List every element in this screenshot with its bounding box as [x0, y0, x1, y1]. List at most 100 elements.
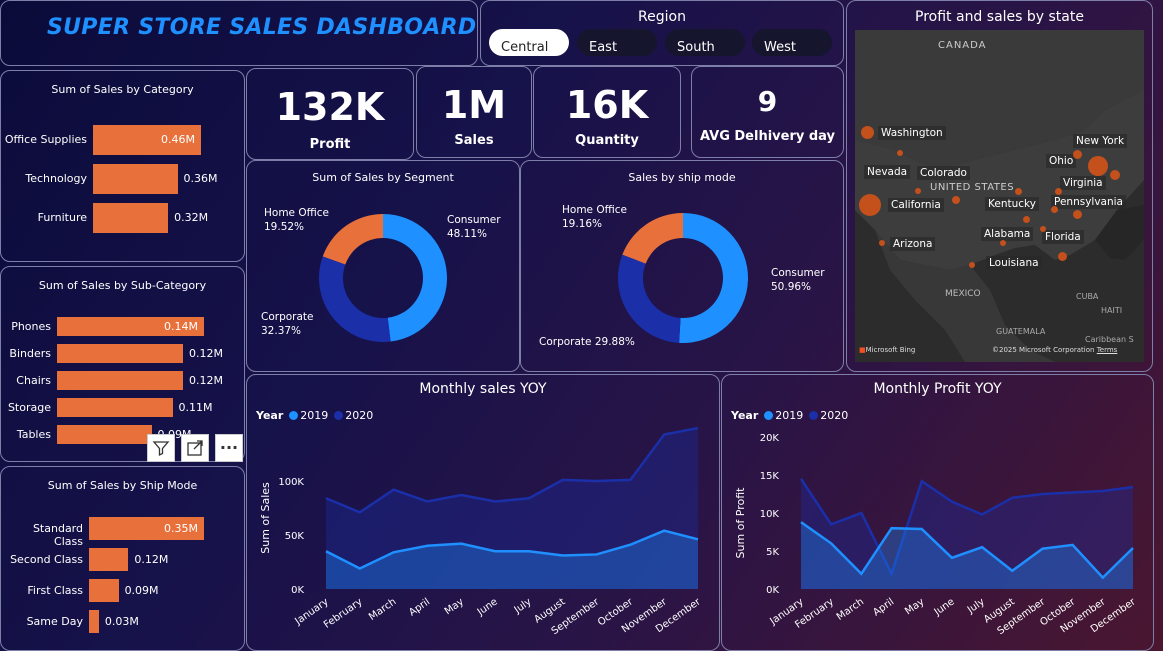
kpi-profit-card: 132K Profit — [246, 68, 414, 160]
map-title: Profit and sales by state — [915, 9, 1084, 25]
map-bubble[interactable] — [1051, 206, 1058, 213]
map-bubble[interactable] — [861, 126, 874, 139]
y-axis-label: Sum of Profit — [734, 487, 747, 559]
x-tick-label: March — [367, 596, 398, 622]
map-label-california: California — [888, 198, 944, 212]
x-tick-label: June — [932, 596, 957, 618]
bar-label: Tables — [16, 427, 51, 441]
map-label-kentucky: Kentucky — [985, 197, 1039, 211]
bar[interactable] — [93, 203, 169, 233]
region-chip-west[interactable]: West — [752, 29, 832, 56]
donut-slice[interactable] — [319, 256, 391, 342]
map-label-caribbean: Caribbean S — [1085, 335, 1134, 344]
kpi-delivery-card: 9 AVG Delhivery day — [691, 66, 844, 158]
map-label-newyork: New York — [1073, 134, 1128, 148]
x-tick-label: June — [475, 596, 500, 618]
donut-slice[interactable] — [622, 213, 683, 264]
map-bubble[interactable] — [859, 194, 881, 216]
segment-label-homeoffice: Home Office 19.52% — [264, 207, 329, 233]
donut-slice[interactable] — [322, 214, 383, 265]
segment-donut-panel: Sum of Sales by Segment Home Office 19.52… — [246, 160, 520, 372]
map-bubble[interactable] — [1058, 252, 1067, 261]
bar-label: Second Class — [10, 552, 83, 566]
bar-value: 0.14M — [164, 319, 198, 333]
bar[interactable] — [89, 548, 129, 571]
kpi-sales-card: 1M Sales — [416, 66, 532, 158]
x-tick-label: May — [903, 596, 926, 617]
x-tick-label: February — [322, 596, 365, 630]
donut-slice[interactable] — [679, 213, 748, 343]
region-chip-east[interactable]: East — [577, 29, 657, 56]
more-options-icon[interactable]: ··· — [215, 434, 243, 462]
kpi-profit-label: Profit — [309, 137, 351, 152]
shipmode-label-homeoffice: Home Office 19.16% — [562, 204, 627, 230]
map-label-guatemala: GUATEMALA — [996, 327, 1046, 336]
donut-slice[interactable] — [618, 254, 681, 343]
map-bubble[interactable] — [1073, 210, 1082, 219]
y-tick-label: 50K — [285, 531, 305, 542]
x-tick-label: March — [835, 596, 866, 622]
bar-label: Binders — [9, 346, 51, 360]
x-tick-label: July — [965, 596, 987, 616]
segment-donut — [319, 214, 448, 342]
y-tick-label: 20K — [760, 433, 780, 444]
x-tick-label: May — [443, 596, 466, 617]
y-tick-label: 5K — [766, 547, 779, 558]
map-bubble[interactable] — [952, 196, 960, 204]
map-bubble[interactable] — [1073, 150, 1082, 159]
shipmode-donut-panel: Sales by ship mode Home Office 19.16% Con… — [520, 160, 844, 372]
kpi-quantity-card: 16K Quantity — [533, 66, 681, 158]
map-canvas[interactable]: CANADA UNITED STATES MEXICO Washington N… — [855, 30, 1144, 362]
region-chip-south[interactable]: South — [665, 29, 745, 56]
monthly-profit-chart[interactable]: 0K5K10K15K20KSum of ProfitJanuaryFebruar… — [722, 375, 1155, 651]
monthly-sales-chart[interactable]: 0K50K100KSum of SalesJanuaryFebruary Marc… — [247, 375, 721, 651]
bar-label: Storage — [7, 400, 51, 414]
map-label-louisiana: Louisiana — [986, 256, 1042, 270]
map-bubble[interactable] — [915, 188, 921, 194]
map-bubble[interactable] — [1015, 188, 1022, 195]
x-tick-label: April — [871, 596, 896, 618]
bar-value: 0.12M — [189, 346, 223, 360]
bar-value: 0.46M — [161, 133, 195, 146]
map-bubble[interactable] — [1088, 156, 1108, 176]
bar-label: First Class — [27, 583, 83, 597]
bar-value: 0.03M — [104, 614, 139, 628]
bar-value: 0.35M — [164, 521, 198, 535]
shipmode-label-consumer: Consumer 50.96% — [771, 267, 825, 293]
bar[interactable] — [57, 371, 183, 390]
y-axis-label: Sum of Sales — [259, 482, 272, 554]
bar[interactable] — [89, 579, 119, 602]
map-bubble[interactable] — [1023, 216, 1030, 223]
shipmode-bar-title: Sum of Sales by Ship Mode — [47, 479, 198, 492]
bar[interactable] — [89, 610, 99, 633]
region-title: Region — [638, 9, 686, 25]
shipmode-label-corporate: Corporate 29.88% — [539, 336, 635, 348]
bar-value: 0.36M — [183, 172, 218, 185]
filter-icon[interactable] — [147, 434, 175, 462]
bar-value: 0.11M — [178, 400, 213, 414]
map-label-pennsylvania: Pennsylvania — [1051, 195, 1126, 209]
bar[interactable] — [93, 164, 178, 194]
map-bubble[interactable] — [969, 262, 975, 268]
region-chip-central[interactable]: Central — [489, 29, 569, 56]
map-bubble[interactable] — [1055, 188, 1062, 195]
focus-mode-icon[interactable] — [181, 434, 209, 462]
bar[interactable] — [57, 398, 173, 417]
map-bubble[interactable] — [1000, 240, 1006, 246]
bar-label: Office Supplies — [4, 133, 87, 146]
map-bubble[interactable] — [879, 240, 885, 246]
map-bubble[interactable] — [1040, 226, 1046, 232]
map-label-alabama: Alabama — [981, 227, 1034, 241]
map-bubble[interactable] — [897, 150, 903, 156]
x-tick-label: April — [407, 596, 432, 618]
kpi-profit-value: 132K — [275, 85, 385, 129]
donut-slice[interactable] — [383, 214, 448, 342]
monthly-sales-panel: Monthly sales YOY Year 2019 2020 0K 50K 100K… — [246, 374, 720, 651]
bar-label: Same Day — [26, 614, 83, 628]
bar[interactable] — [57, 344, 183, 363]
map-bubble[interactable] — [1110, 170, 1120, 180]
bar-label: Furniture — [37, 211, 87, 224]
map-label-canada: CANADA — [938, 40, 987, 51]
dashboard-title-panel: SUPER STORE SALES DASHBOARD — [0, 0, 478, 66]
bar[interactable] — [57, 425, 152, 444]
